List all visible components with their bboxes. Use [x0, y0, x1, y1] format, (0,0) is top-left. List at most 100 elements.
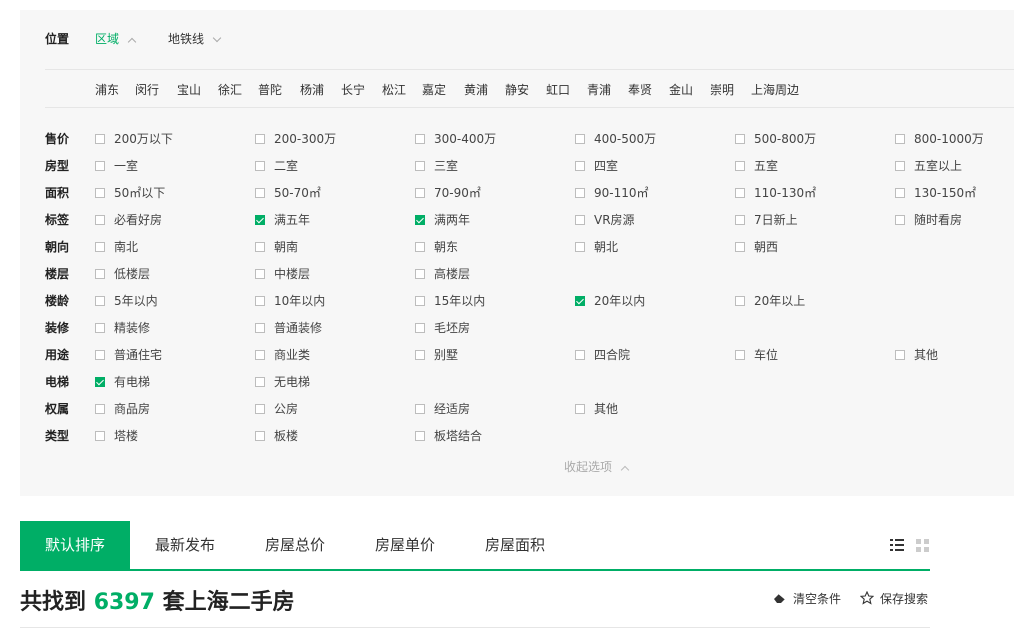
filter-option[interactable]: 20年以上 — [735, 291, 805, 311]
district-link[interactable]: 金山 — [669, 81, 693, 98]
filter-option[interactable]: 朝东 — [415, 237, 458, 257]
checkbox-icon[interactable] — [895, 188, 905, 198]
filter-option[interactable]: 板塔结合 — [415, 426, 482, 446]
filter-option[interactable]: 随时看房 — [895, 210, 962, 230]
checkbox-icon[interactable] — [735, 188, 745, 198]
checkbox-icon[interactable] — [95, 215, 105, 225]
filter-option[interactable]: 其他 — [895, 345, 938, 365]
checkbox-icon[interactable] — [95, 269, 105, 279]
district-link[interactable]: 徐汇 — [218, 81, 242, 98]
checkbox-icon[interactable] — [415, 431, 425, 441]
filter-option[interactable]: 满两年 — [415, 210, 470, 230]
checkbox-icon[interactable] — [735, 161, 745, 171]
filter-option[interactable]: 商业类 — [255, 345, 310, 365]
checkbox-icon[interactable] — [255, 323, 265, 333]
checkbox-icon[interactable] — [255, 350, 265, 360]
checkbox-icon[interactable] — [735, 350, 745, 360]
checkbox-icon[interactable] — [735, 134, 745, 144]
checkbox-checked-icon[interactable] — [255, 215, 265, 225]
checkbox-icon[interactable] — [415, 242, 425, 252]
filter-option[interactable]: 130-150㎡ — [895, 183, 976, 203]
district-link[interactable]: 普陀 — [258, 81, 282, 98]
district-link[interactable]: 崇明 — [710, 81, 734, 98]
filter-option[interactable]: 朝南 — [255, 237, 298, 257]
filter-option[interactable]: 朝北 — [575, 237, 618, 257]
checkbox-icon[interactable] — [895, 134, 905, 144]
filter-option[interactable]: 五室以上 — [895, 156, 962, 176]
checkbox-icon[interactable] — [95, 161, 105, 171]
checkbox-icon[interactable] — [95, 296, 105, 306]
district-link[interactable]: 杨浦 — [300, 81, 324, 98]
district-link[interactable]: 上海周边 — [751, 81, 799, 98]
tab-subway[interactable]: 地铁线 — [168, 30, 222, 47]
checkbox-icon[interactable] — [95, 404, 105, 414]
filter-option[interactable]: 200万以下 — [95, 129, 173, 149]
checkbox-icon[interactable] — [415, 161, 425, 171]
checkbox-icon[interactable] — [95, 134, 105, 144]
checkbox-icon[interactable] — [95, 323, 105, 333]
district-link[interactable]: 奉贤 — [628, 81, 652, 98]
checkbox-icon[interactable] — [415, 296, 425, 306]
filter-option[interactable]: 50-70㎡ — [255, 183, 321, 203]
filter-option[interactable]: 商品房 — [95, 399, 150, 419]
filter-option[interactable]: 无电梯 — [255, 372, 310, 392]
filter-option[interactable]: 普通住宅 — [95, 345, 162, 365]
checkbox-icon[interactable] — [895, 350, 905, 360]
checkbox-icon[interactable] — [575, 134, 585, 144]
checkbox-icon[interactable] — [255, 296, 265, 306]
filter-option[interactable]: 普通装修 — [255, 318, 322, 338]
clear-conditions-button[interactable]: 清空条件 — [773, 590, 841, 607]
checkbox-icon[interactable] — [255, 269, 265, 279]
filter-option[interactable]: 车位 — [735, 345, 778, 365]
checkbox-icon[interactable] — [575, 350, 585, 360]
checkbox-icon[interactable] — [255, 377, 265, 387]
filter-option[interactable]: 朝西 — [735, 237, 778, 257]
checkbox-icon[interactable] — [575, 404, 585, 414]
checkbox-icon[interactable] — [575, 242, 585, 252]
filter-option[interactable]: 三室 — [415, 156, 458, 176]
district-link[interactable]: 长宁 — [341, 81, 365, 98]
sort-tab[interactable]: 房屋单价 — [350, 521, 460, 569]
filter-option[interactable]: 500-800万 — [735, 129, 816, 149]
filter-option[interactable]: 15年以内 — [415, 291, 485, 311]
filter-option[interactable]: 20年以内 — [575, 291, 645, 311]
checkbox-icon[interactable] — [415, 134, 425, 144]
checkbox-icon[interactable] — [415, 188, 425, 198]
checkbox-icon[interactable] — [895, 161, 905, 171]
tab-district[interactable]: 区域 — [95, 30, 137, 47]
checkbox-icon[interactable] — [255, 188, 265, 198]
filter-option[interactable]: 高楼层 — [415, 264, 470, 284]
save-search-button[interactable]: 保存搜索 — [859, 590, 928, 607]
district-link[interactable]: 虹口 — [546, 81, 570, 98]
filter-option[interactable]: 必看好房 — [95, 210, 162, 230]
filter-option[interactable]: 四室 — [575, 156, 618, 176]
checkbox-icon[interactable] — [575, 161, 585, 171]
filter-option[interactable]: 70-90㎡ — [415, 183, 481, 203]
sort-tab[interactable]: 房屋面积 — [460, 521, 570, 569]
checkbox-icon[interactable] — [255, 242, 265, 252]
filter-option[interactable]: 低楼层 — [95, 264, 150, 284]
district-link[interactable]: 静安 — [505, 81, 529, 98]
sort-tab[interactable]: 房屋总价 — [240, 521, 350, 569]
sort-tab[interactable]: 默认排序 — [20, 521, 130, 569]
filter-option[interactable]: 五室 — [735, 156, 778, 176]
filter-option[interactable]: 300-400万 — [415, 129, 496, 149]
checkbox-icon[interactable] — [95, 242, 105, 252]
filter-option[interactable]: 别墅 — [415, 345, 458, 365]
filter-option[interactable]: 400-500万 — [575, 129, 656, 149]
district-link[interactable]: 松江 — [382, 81, 406, 98]
checkbox-icon[interactable] — [255, 134, 265, 144]
checkbox-icon[interactable] — [95, 350, 105, 360]
filter-option[interactable]: 有电梯 — [95, 372, 150, 392]
checkbox-icon[interactable] — [415, 350, 425, 360]
filter-option[interactable]: 200-300万 — [255, 129, 336, 149]
filter-option[interactable]: 公房 — [255, 399, 298, 419]
filter-option[interactable]: 满五年 — [255, 210, 310, 230]
filter-option[interactable]: 南北 — [95, 237, 138, 257]
filter-option[interactable]: 50㎡以下 — [95, 183, 165, 203]
checkbox-icon[interactable] — [575, 215, 585, 225]
checkbox-checked-icon[interactable] — [95, 377, 105, 387]
filter-option[interactable]: 110-130㎡ — [735, 183, 816, 203]
collapse-options-button[interactable]: 收起选项 — [564, 458, 630, 475]
checkbox-icon[interactable] — [735, 296, 745, 306]
